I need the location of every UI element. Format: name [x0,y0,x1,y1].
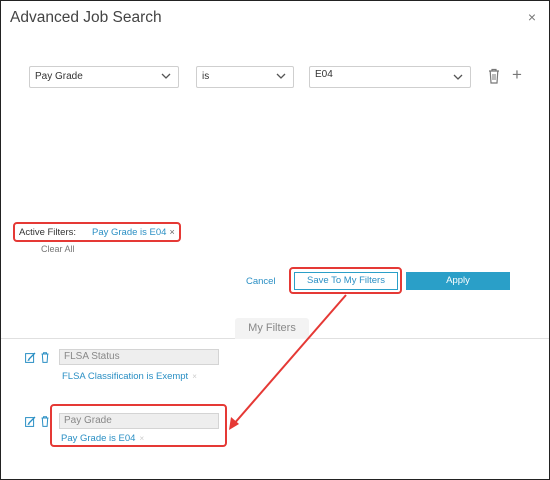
saved-filter-description-text: FLSA Classification is Exempt [62,371,189,382]
clear-all-link[interactable]: Clear All [41,244,75,254]
remove-saved-filter-icon[interactable]: × [192,372,197,381]
chevron-down-icon [453,74,463,80]
remove-saved-filter-icon[interactable]: × [139,434,144,443]
close-icon[interactable]: × [528,9,536,25]
my-filters-tab[interactable]: My Filters [235,318,309,339]
edit-icon[interactable] [25,352,36,363]
chevron-down-icon [276,73,286,79]
edit-icon[interactable] [25,416,36,427]
filter-value-select[interactable]: E04 [309,66,471,88]
saved-filter-name-input[interactable]: Pay Grade [59,413,219,429]
apply-button[interactable]: Apply [406,272,510,290]
filter-value-value: E04 [315,69,333,80]
active-filter-chip[interactable]: Pay Grade is E04 × [92,227,175,238]
active-filter-chip-text: Pay Grade is E04 [92,227,167,238]
remove-filter-icon[interactable]: × [169,227,174,237]
saved-filter-description[interactable]: Pay Grade is E04 × [61,433,144,444]
cancel-button[interactable]: Cancel [246,276,276,287]
filter-field-value: Pay Grade [35,71,83,82]
active-filters-label: Active Filters: [19,227,77,238]
filter-field-select[interactable]: Pay Grade [29,66,179,88]
dialog-title: Advanced Job Search [10,9,162,26]
trash-icon[interactable] [488,68,500,84]
save-to-my-filters-button[interactable]: Save To My Filters [294,272,398,290]
add-filter-icon[interactable]: + [512,66,522,84]
trash-icon[interactable] [41,416,49,427]
trash-icon[interactable] [41,352,49,363]
saved-filter-description[interactable]: FLSA Classification is Exempt × [62,371,197,382]
filter-operator-value: is [202,71,210,82]
chevron-down-icon [161,73,171,79]
filter-operator-select[interactable]: is [196,66,294,88]
saved-filter-name-input[interactable]: FLSA Status [59,349,219,365]
saved-filter-description-text: Pay Grade is E04 [61,433,136,444]
